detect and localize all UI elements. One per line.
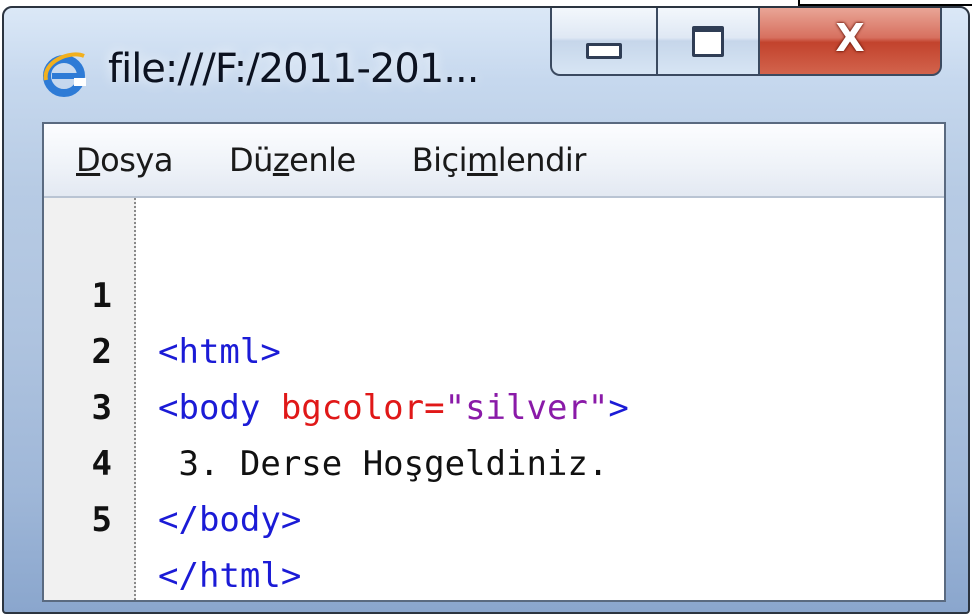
menu-dosya-post: osya xyxy=(100,141,173,179)
menu-duzenle-post: enle xyxy=(289,141,356,179)
caption-buttons: X xyxy=(550,8,942,78)
code-line: 4 </body> xyxy=(44,380,944,540)
menu-bar: Dosya Düzenle Biçimlendir xyxy=(44,124,944,198)
minimize-button[interactable] xyxy=(550,8,658,76)
menu-bicimlendir-pre: Biçi xyxy=(411,141,468,179)
code-line: 1 <html> xyxy=(44,212,944,372)
code-line: 3 3. Derse Hoşgeldiniz. xyxy=(44,324,944,484)
maximize-icon xyxy=(692,25,724,57)
menu-dosya-mnemonic: D xyxy=(76,141,101,179)
code-tag: </html> xyxy=(158,556,302,596)
window-title: file:///F:/2011-201... xyxy=(108,46,479,92)
code-editor[interactable]: 1 <html> 2 <body bgcolor="silver"> 3 3. … xyxy=(44,198,944,600)
menu-bicimlendir-mnemonic: m xyxy=(467,141,498,179)
code-line: 5 </html> xyxy=(44,436,944,596)
internet-explorer-icon xyxy=(43,52,86,97)
close-button[interactable]: X xyxy=(758,8,942,76)
menu-bicimlendir-post: lendir xyxy=(497,141,587,179)
menu-item-bicimlendir[interactable]: Biçimlendir xyxy=(411,141,587,179)
client-area: Dosya Düzenle Biçimlendir 1 <html> 2 <bo… xyxy=(42,122,946,602)
code-line: 2 <body bgcolor="silver"> xyxy=(44,268,944,428)
line-code: </html> xyxy=(158,548,302,600)
menu-item-dosya[interactable]: Dosya xyxy=(76,141,173,179)
title-bar[interactable]: file:///F:/2011-201... X xyxy=(4,8,968,112)
menu-item-duzenle[interactable]: Düzenle xyxy=(229,141,356,179)
line-number: 5 xyxy=(91,500,112,540)
close-icon: X xyxy=(835,16,865,60)
maximize-button[interactable] xyxy=(656,8,760,76)
minimize-icon xyxy=(586,43,622,59)
notepad-window: file:///F:/2011-201... X Dosya Düzenle B… xyxy=(2,6,970,614)
menu-duzenle-mnemonic: z xyxy=(272,141,290,179)
menu-duzenle-pre: Dü xyxy=(228,141,273,179)
